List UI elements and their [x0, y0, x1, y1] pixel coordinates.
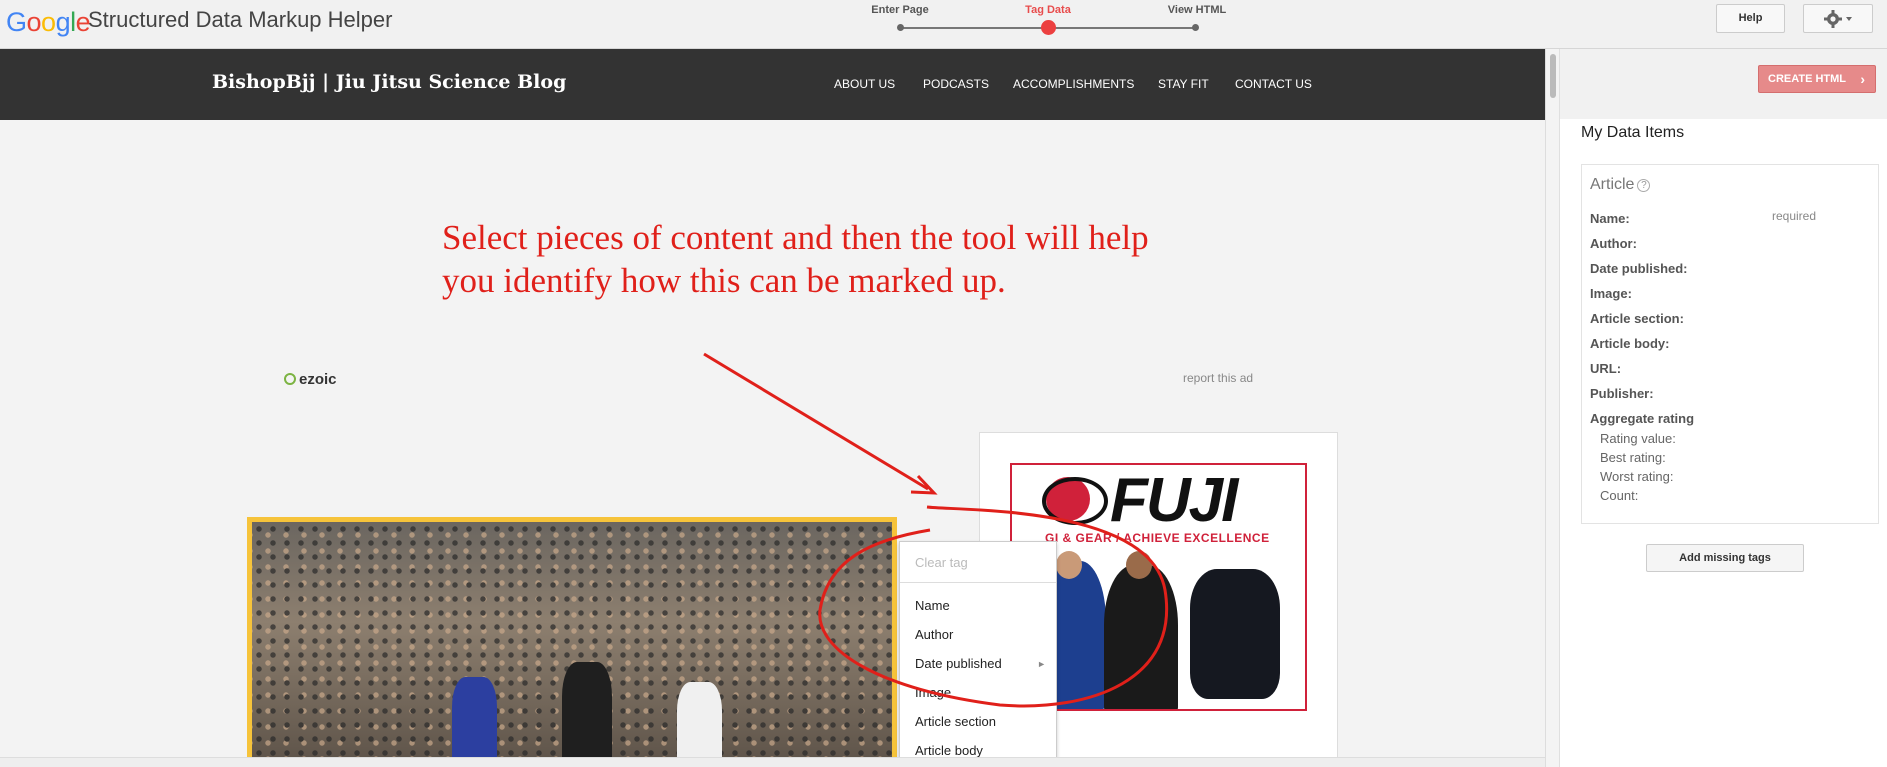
fighter-head-2	[1126, 551, 1152, 579]
tag-context-menu[interactable]: Clear tag Name Author Date published ► I…	[899, 541, 1057, 767]
help-icon[interactable]: ?	[1637, 179, 1651, 192]
required-label: required	[1772, 209, 1817, 223]
ezoic-icon	[284, 373, 296, 385]
field-author[interactable]: Author:	[1590, 236, 1637, 251]
menu-item-date-published[interactable]: Date published	[915, 656, 1002, 671]
field-best-rating[interactable]: Best rating:	[1600, 450, 1666, 465]
field-aggregate-rating[interactable]: Aggregate rating	[1590, 411, 1694, 426]
my-data-items-heading: My Data Items	[1581, 124, 1685, 141]
page-preview[interactable]: BishopBjj | Jiu Jitsu Science Blog ABOUT…	[0, 49, 1545, 767]
menu-separator	[900, 582, 1056, 583]
field-rating-value[interactable]: Rating value:	[1600, 431, 1676, 446]
white-gi-fighter	[677, 682, 722, 767]
step-dot-enter-page[interactable]	[897, 24, 904, 31]
field-date-published[interactable]: Date published:	[1590, 261, 1688, 276]
nav-podcasts[interactable]: PODCASTS	[923, 77, 989, 91]
article-title: Article?	[1590, 176, 1651, 194]
add-missing-tags-button[interactable]: Add missing tags	[1646, 544, 1804, 572]
help-button[interactable]: Help	[1716, 4, 1785, 33]
create-html-button[interactable]: CREATE HTML ›	[1758, 65, 1876, 93]
annotation-text: Select pieces of content and then the to…	[442, 218, 1149, 300]
progress-steps: Enter Page Tag Data View HTML	[871, 0, 1226, 49]
menu-item-article-body[interactable]: Article body	[915, 743, 983, 758]
site-title[interactable]: BishopBjj | Jiu Jitsu Science Blog	[212, 71, 566, 93]
step-enter-page[interactable]: Enter Page	[850, 4, 950, 16]
blue-gi-fighter	[452, 677, 497, 767]
fighter-head-1	[1056, 551, 1082, 579]
field-article-section[interactable]: Article section:	[1590, 311, 1684, 326]
field-name[interactable]: Name:	[1590, 211, 1630, 226]
menu-item-image[interactable]: Image	[915, 685, 951, 700]
nav-stay-fit[interactable]: STAY FIT	[1158, 77, 1209, 91]
gear-icon	[1821, 10, 1855, 33]
page-bottom-edge	[0, 757, 1545, 767]
step-dot-tag-data[interactable]	[1041, 20, 1056, 35]
field-count[interactable]: Count:	[1600, 488, 1638, 503]
settings-button[interactable]	[1803, 4, 1873, 33]
fuji-brand: FUJI	[1110, 466, 1238, 535]
article-photo[interactable]	[247, 517, 897, 767]
google-logo: Google	[6, 7, 91, 37]
app-title: Structured Data Markup Helper	[88, 7, 393, 32]
ezoic-logo: ezoic	[284, 371, 337, 388]
page-scrollbar[interactable]	[1545, 49, 1559, 767]
field-publisher[interactable]: Publisher:	[1590, 386, 1654, 401]
report-ad-link[interactable]: report this ad	[1183, 371, 1253, 385]
menu-item-article-section[interactable]: Article section	[915, 714, 996, 729]
step-dot-view-html[interactable]	[1192, 24, 1199, 31]
referee	[562, 662, 612, 767]
nav-contact-us[interactable]: CONTACT US	[1235, 77, 1312, 91]
step-tag-data[interactable]: Tag Data	[998, 4, 1098, 16]
fuji-mountain-icon	[1042, 477, 1108, 525]
scrollbar-thumb[interactable]	[1550, 54, 1556, 98]
panel-header: CREATE HTML ›	[1560, 49, 1887, 119]
app-header: Google Structured Data Markup Helper Ent…	[0, 0, 1887, 49]
submenu-arrow-icon: ►	[1037, 659, 1046, 669]
nav-about-us[interactable]: ABOUT US	[834, 77, 895, 91]
article-card: Article? required Name: Author: Date pub…	[1581, 164, 1879, 524]
site-header: BishopBjj | Jiu Jitsu Science Blog ABOUT…	[0, 49, 1545, 120]
fighter-black-jacket	[1104, 565, 1178, 709]
rashguard-shirt	[1190, 569, 1280, 699]
data-items-panel: CREATE HTML › My Data Items Article? req…	[1559, 49, 1887, 767]
field-worst-rating[interactable]: Worst rating:	[1600, 469, 1673, 484]
field-image[interactable]: Image:	[1590, 286, 1632, 301]
fuji-tagline: GI & GEAR / ACHIEVE EXCELLENCE	[1045, 531, 1270, 545]
nav-accomplishments[interactable]: ACCOMPLISHMENTS	[1013, 77, 1134, 91]
menu-item-name[interactable]: Name	[915, 598, 950, 613]
clear-tag-item[interactable]: Clear tag	[915, 555, 968, 570]
menu-item-author[interactable]: Author	[915, 627, 953, 642]
field-url[interactable]: URL:	[1590, 361, 1621, 376]
chevron-right-icon: ›	[1860, 71, 1865, 87]
step-view-html[interactable]: View HTML	[1147, 4, 1247, 16]
field-article-body[interactable]: Article body:	[1590, 336, 1669, 351]
